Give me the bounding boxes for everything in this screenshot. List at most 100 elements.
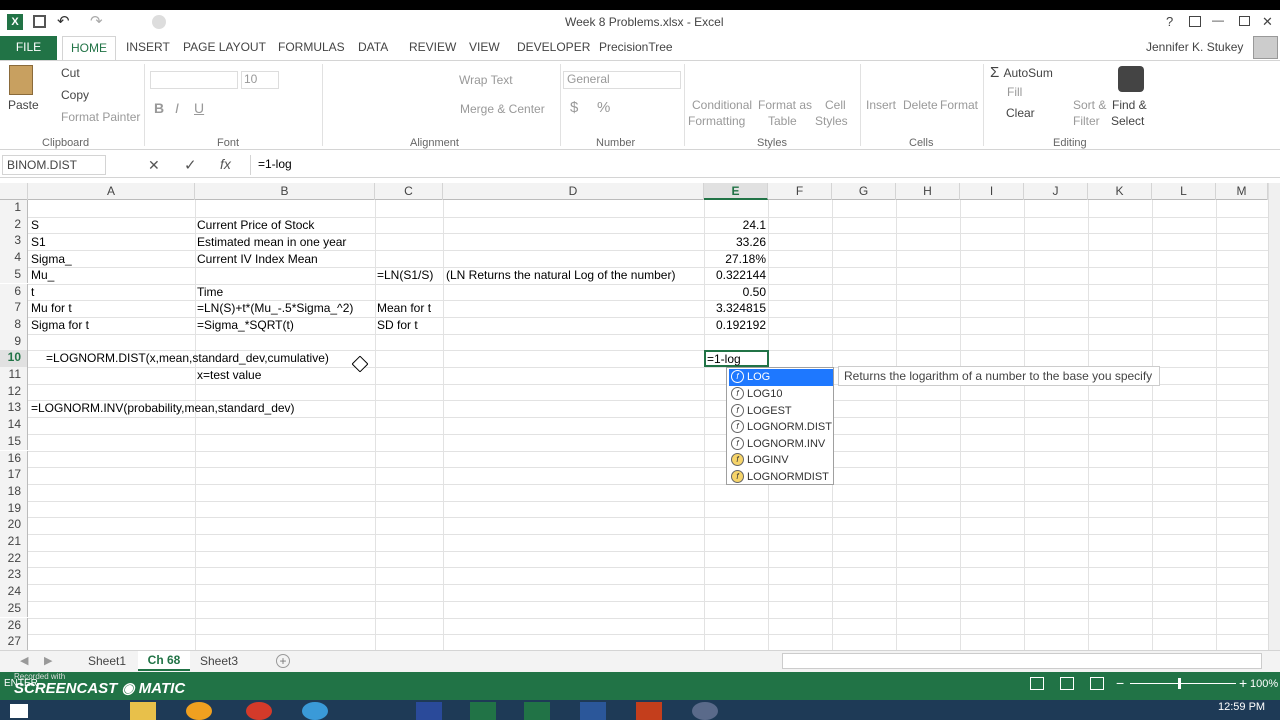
row-header-9[interactable]: 9 xyxy=(0,333,28,351)
tab-view[interactable]: VIEW xyxy=(469,40,500,54)
undo-icon[interactable]: ↶ xyxy=(57,12,70,30)
row-header-17[interactable]: 17 xyxy=(0,467,28,484)
autocomplete-item[interactable]: f LOGNORMDIST xyxy=(729,469,833,486)
start-icon[interactable] xyxy=(10,704,28,718)
row-header-1[interactable]: 1 xyxy=(0,200,28,217)
tab-data[interactable]: DATA xyxy=(358,40,388,54)
cell-e2[interactable]: 24.1 xyxy=(704,217,766,233)
cell-b11[interactable]: x=test value xyxy=(197,367,261,383)
currency-button[interactable]: $ xyxy=(570,99,578,116)
font-size-input[interactable]: 10 xyxy=(241,71,279,89)
name-box[interactable]: BINOM.DIST xyxy=(2,155,106,175)
col-header-c[interactable]: C xyxy=(375,183,443,200)
tab-formulas[interactable]: FORMULAS xyxy=(278,40,345,54)
vertical-scrollbar[interactable] xyxy=(1268,183,1280,650)
scroll-right-icon[interactable]: ▶ xyxy=(44,654,52,667)
cell-b4[interactable]: Current IV Index Mean xyxy=(197,251,318,267)
autocomplete-item[interactable]: f LOGEST xyxy=(729,403,833,420)
row-header-12[interactable]: 12 xyxy=(0,383,28,401)
zoom-slider-thumb[interactable] xyxy=(1178,678,1181,689)
help-icon[interactable]: ? xyxy=(1166,14,1173,29)
sheet-tab-sheet3[interactable]: Sheet3 xyxy=(200,654,238,668)
row-header-18[interactable]: 18 xyxy=(0,483,28,501)
minimize-icon[interactable]: — xyxy=(1212,13,1224,27)
user-name[interactable]: Jennifer K. Stukey xyxy=(1146,40,1243,54)
ribbon-display-icon[interactable] xyxy=(1189,16,1201,27)
row-header-14[interactable]: 14 xyxy=(0,417,28,434)
row-header-7[interactable]: 7 xyxy=(0,300,28,317)
page-layout-view-icon[interactable] xyxy=(1060,677,1074,690)
col-header-m[interactable]: M xyxy=(1216,183,1268,200)
cell-a4[interactable]: Sigma_ xyxy=(31,251,72,267)
formula-input[interactable]: =1-log xyxy=(250,155,1262,175)
autocomplete-item[interactable]: f LOGINV xyxy=(729,452,833,469)
row-header-19[interactable]: 19 xyxy=(0,500,28,518)
autocomplete-item[interactable]: f LOGNORM.DIST xyxy=(729,419,833,436)
delete-button[interactable]: Delete xyxy=(903,98,938,112)
format-button[interactable]: Format xyxy=(940,98,978,112)
bold-button[interactable]: B xyxy=(154,100,164,116)
col-header-e[interactable]: E xyxy=(704,183,768,200)
row-header-11[interactable]: 11 xyxy=(0,367,28,384)
cell-e6[interactable]: 0.50 xyxy=(704,284,766,300)
col-header-i[interactable]: I xyxy=(960,183,1024,200)
sheet-tab-sheet1[interactable]: Sheet1 xyxy=(88,654,126,668)
cell-b7[interactable]: =LN(S)+t*(Mu_-.5*Sigma_^2) xyxy=(197,300,353,316)
conditional-formatting-button[interactable]: Conditional xyxy=(692,98,752,112)
cell-a3[interactable]: S1 xyxy=(31,234,46,250)
cell-a7[interactable]: Mu for t xyxy=(31,300,72,316)
col-header-g[interactable]: G xyxy=(832,183,896,200)
copy-button[interactable]: Copy xyxy=(61,88,89,102)
scroll-left-icon[interactable]: ◀ xyxy=(20,654,28,667)
italic-button[interactable]: I xyxy=(175,100,179,116)
cut-button[interactable]: Cut xyxy=(61,66,80,80)
redo-icon[interactable]: ↷ xyxy=(90,12,103,30)
row-header-22[interactable]: 22 xyxy=(0,550,28,568)
avatar[interactable] xyxy=(1253,36,1278,59)
normal-view-icon[interactable] xyxy=(1030,677,1044,690)
taskbar-app-icon[interactable] xyxy=(246,702,272,720)
cell-a6[interactable]: t xyxy=(31,284,34,300)
touch-mode-icon[interactable] xyxy=(152,15,166,29)
autocomplete-item[interactable]: f LOGNORM.INV xyxy=(729,436,833,453)
taskbar-app-icon[interactable] xyxy=(302,702,328,720)
cell-d5[interactable]: (LN Returns the natural Log of the numbe… xyxy=(446,267,675,283)
col-header-l[interactable]: L xyxy=(1152,183,1216,200)
row-header-5[interactable]: 5 xyxy=(0,266,28,284)
row-header-3[interactable]: 3 xyxy=(0,233,28,251)
font-name-input[interactable] xyxy=(150,71,238,89)
row-header-2[interactable]: 2 xyxy=(0,216,28,234)
number-format-select[interactable]: General xyxy=(563,71,681,89)
cell-c7[interactable]: Mean for t xyxy=(377,300,431,316)
taskbar-app-icon[interactable] xyxy=(580,702,606,720)
taskbar-excel-icon[interactable] xyxy=(470,702,496,720)
new-sheet-button[interactable]: + xyxy=(276,654,290,668)
row-header-24[interactable]: 24 xyxy=(0,584,28,601)
page-break-view-icon[interactable] xyxy=(1090,677,1104,690)
cell-b3[interactable]: Estimated mean in one year xyxy=(197,234,346,250)
function-autocomplete-list[interactable]: f LOG f LOG10 f LOGEST f LOGNORM.DIST f LOGNO… xyxy=(726,367,834,485)
row-header-25[interactable]: 25 xyxy=(0,600,28,618)
taskbar-app-icon[interactable] xyxy=(636,702,662,720)
fill-button[interactable]: Fill xyxy=(1007,85,1022,99)
taskbar-app-icon[interactable] xyxy=(186,702,212,720)
col-header-k[interactable]: K xyxy=(1088,183,1152,200)
sort-filter-button[interactable]: Sort & xyxy=(1073,98,1106,112)
col-header-j[interactable]: J xyxy=(1024,183,1088,200)
cell-e3[interactable]: 33.26 xyxy=(704,234,766,250)
row-header-6[interactable]: 6 xyxy=(0,283,28,301)
tab-insert[interactable]: INSERT xyxy=(126,40,170,54)
sheet-tab-ch68[interactable]: Ch 68 xyxy=(138,651,190,671)
tab-file[interactable]: FILE xyxy=(0,36,57,60)
autocomplete-item[interactable]: f LOG xyxy=(729,369,833,386)
col-header-f[interactable]: F xyxy=(768,183,832,200)
insert-button[interactable]: Insert xyxy=(866,98,896,112)
tab-precisiontree[interactable]: PrecisionTree xyxy=(599,40,673,54)
paste-icon[interactable] xyxy=(9,65,33,95)
col-header-h[interactable]: H xyxy=(896,183,960,200)
enter-icon[interactable]: ✓ xyxy=(184,156,197,174)
row-header-15[interactable]: 15 xyxy=(0,433,28,451)
cell-e5[interactable]: 0.322144 xyxy=(704,267,766,283)
select-all-corner[interactable] xyxy=(0,183,28,200)
tab-page-layout[interactable]: PAGE LAYOUT xyxy=(183,40,266,54)
